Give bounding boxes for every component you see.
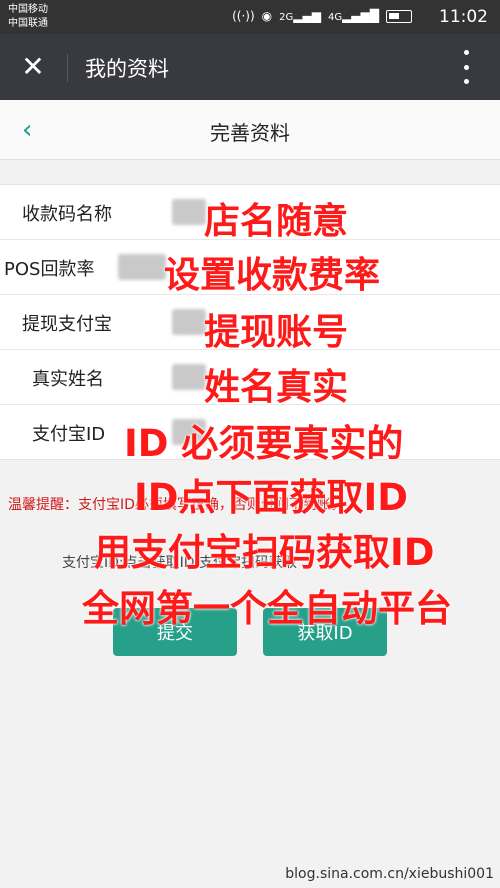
field-label: 收款码名称: [22, 204, 112, 225]
field-label: 真实姓名: [32, 369, 104, 390]
title-divider: [67, 54, 68, 82]
nfc-icon: ((·)): [232, 9, 255, 23]
overlay-text-1: 店名随意: [204, 201, 349, 242]
blurred-value: [118, 254, 166, 280]
blurred-value: [172, 364, 206, 390]
overlay-text-3: 提现账号: [204, 312, 349, 353]
battery-icon: [386, 9, 412, 23]
field-label: 提现支付宝: [22, 314, 112, 335]
carrier-2: 中国联通: [8, 18, 48, 29]
status-time: 11:02: [439, 7, 488, 27]
overlay-text-5: ID 必须要真实的: [124, 422, 404, 465]
status-bar: 中国移动 中国联通 ((·)) ◉ 2G▂▄▆ 4G▂▄▆█ 11:02: [0, 0, 500, 34]
blurred-value: [172, 199, 206, 225]
status-icons: ((·)) ◉ 2G▂▄▆ 4G▂▄▆█: [232, 9, 412, 23]
overlay-text-4: 姓名真实: [204, 367, 349, 408]
overlay-text-8: 全网第一个全自动平台: [82, 587, 452, 630]
overlay-text-7: 用支付宝扫码获取ID: [94, 531, 435, 574]
watermark: blog.sina.com.cn/xiebushi001: [285, 866, 494, 882]
window-title: 我的资料: [85, 57, 169, 81]
carrier-1: 中国移动: [8, 4, 48, 15]
close-icon[interactable]: ✕: [18, 52, 48, 82]
more-menu-icon[interactable]: [460, 50, 472, 84]
blurred-value: [172, 309, 206, 335]
eye-icon: ◉: [261, 9, 273, 23]
page-header: ‹ 完善资料: [0, 100, 500, 160]
field-label: POS回款率: [4, 259, 95, 280]
page-title: 完善资料: [210, 121, 290, 145]
overlay-text-2: 设置收款费率: [164, 255, 381, 296]
overlay-text-6: ID点下面获取ID: [134, 476, 408, 519]
signal-2g-icon: 2G▂▄▆: [279, 9, 321, 23]
signal-4g-icon: 4G▂▄▆█: [327, 9, 379, 23]
field-label: 支付宝ID: [32, 424, 106, 445]
app-title-bar: ✕ 我的资料: [0, 34, 500, 100]
